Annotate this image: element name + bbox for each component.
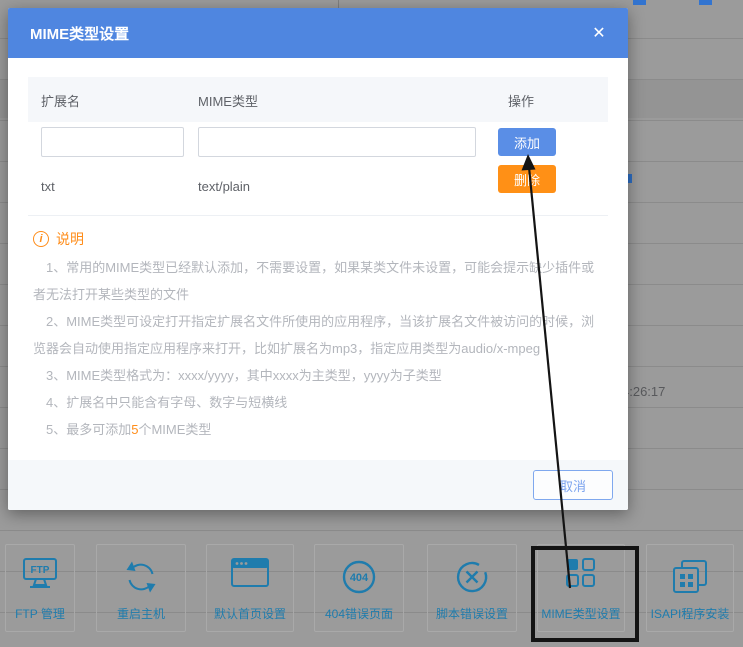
mime-grid-icon — [538, 557, 624, 589]
close-icon[interactable]: ✕ — [584, 8, 614, 58]
background-timestamp: 4:26:17 — [622, 384, 665, 399]
section-divider — [28, 215, 608, 216]
dialog-title: MIME类型设置 — [30, 23, 129, 44]
notice-title: 说明 — [56, 229, 84, 249]
toolbar-card-restart[interactable]: 重启主机 — [96, 544, 186, 632]
cancel-button[interactable]: 取消 — [533, 470, 613, 500]
toolbar-card-label: 脚本错误设置 — [436, 605, 508, 622]
notice-list: 1、常用的MIME类型已经默认添加，不需要设置，如果某类文件未设置，可能会提示缺… — [33, 254, 595, 443]
screen: 4:26:17 FTP FTP 管理 重启主机 — [0, 0, 743, 647]
svg-text:FTP: FTP — [31, 565, 50, 576]
background-button-fragment — [633, 0, 646, 5]
notice-item: 3、MIME类型格式为：xxxx/yyyy，其中xxxx为主类型，yyyy为子类… — [33, 362, 595, 389]
extension-input[interactable] — [41, 127, 184, 157]
dialog-footer: 取消 — [8, 460, 628, 510]
add-button[interactable]: 添加 — [498, 128, 556, 156]
mime-type-input[interactable] — [198, 127, 476, 157]
row-extension-value: txt — [41, 179, 55, 194]
notice-header: i 说明 — [33, 229, 84, 249]
script-error-icon — [428, 557, 516, 597]
mime-settings-dialog: MIME类型设置 ✕ 扩展名 MIME类型 操作 添加 txt text/pla… — [8, 8, 628, 510]
toolbar-card-mime-settings[interactable]: MIME类型设置 — [537, 544, 625, 632]
toolbar-card-label: 重启主机 — [117, 605, 165, 622]
table-header-row: 扩展名 MIME类型 操作 — [28, 77, 608, 122]
toolbar-card-default-page[interactable]: 默认首页设置 — [206, 544, 294, 632]
isapi-install-icon — [647, 557, 733, 597]
toolbar-card-script-error[interactable]: 脚本错误设置 — [427, 544, 517, 632]
info-icon: i — [33, 231, 49, 247]
toolbar-card-label: FTP 管理 — [15, 605, 65, 622]
toolbar-card-label: 404错误页面 — [325, 605, 393, 622]
row-mime-value: text/plain — [198, 179, 250, 194]
notice-item: 1、常用的MIME类型已经默认添加，不需要设置，如果某类文件未设置，可能会提示缺… — [33, 254, 595, 308]
notice-item: 2、MIME类型可设定打开指定扩展名文件所使用的应用程序，当该扩展名文件被访问的… — [33, 308, 595, 362]
toolbar-card-label: MIME类型设置 — [541, 605, 620, 622]
toolbar-card-isapi[interactable]: ISAPI程序安装 — [646, 544, 734, 632]
delete-button[interactable]: 删除 — [498, 165, 556, 193]
toolbar-card-404[interactable]: 404 404错误页面 — [314, 544, 404, 632]
toolbar-card-label: 默认首页设置 — [214, 605, 286, 622]
restart-arrows-icon — [97, 557, 185, 597]
ftp-monitor-icon: FTP — [6, 557, 74, 591]
toolbar-card-label: ISAPI程序安装 — [651, 605, 730, 622]
notice-item: 5、最多可添加5个MIME类型 — [33, 416, 595, 443]
column-header-action: 操作 — [508, 91, 534, 110]
dialog-header: MIME类型设置 ✕ — [8, 8, 628, 58]
column-header-extension: 扩展名 — [41, 91, 80, 110]
svg-text:404: 404 — [350, 572, 369, 584]
background-button-fragment — [699, 0, 712, 5]
notice-item: 4、扩展名中只能含有字母、数字与短横线 — [33, 389, 595, 416]
404-circle-icon: 404 — [315, 557, 403, 597]
column-header-mime-type: MIME类型 — [198, 91, 258, 110]
toolbar-card-ftp[interactable]: FTP FTP 管理 — [5, 544, 75, 632]
browser-window-icon — [207, 557, 293, 589]
